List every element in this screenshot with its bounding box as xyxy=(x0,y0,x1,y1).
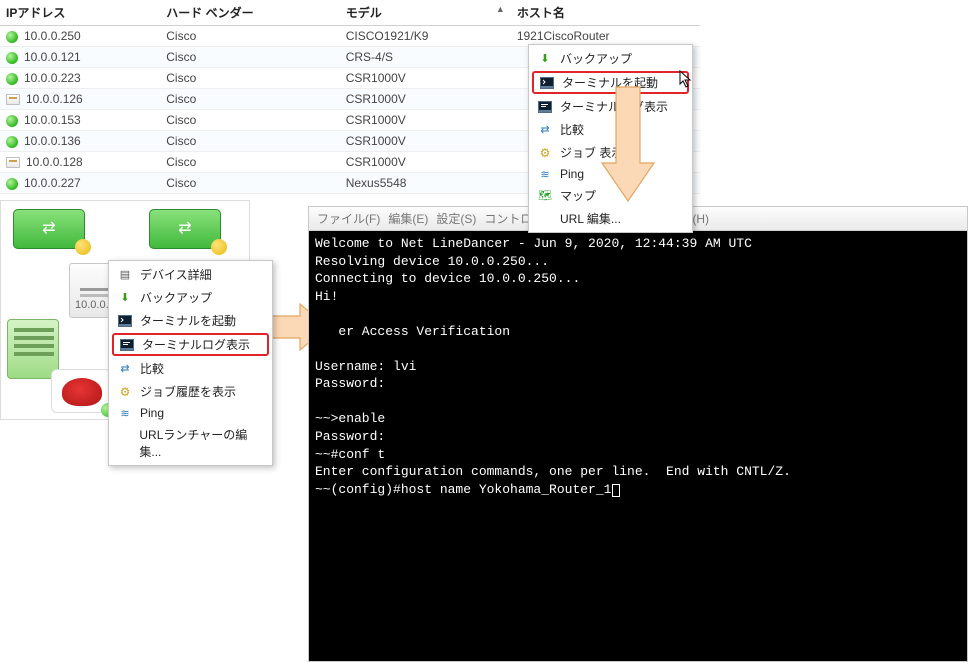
map-context-menu: デバイス詳細 バックアップ ターミナルを起動 ターミナルログ表示 比較 ジョブ履… xyxy=(108,260,273,466)
menu-backup[interactable]: バックアップ xyxy=(529,47,692,70)
menu-launch-terminal[interactable]: ターミナルを起動 xyxy=(532,71,689,94)
label: ターミナルを起動 xyxy=(562,74,658,91)
col-model[interactable]: モデル xyxy=(340,0,511,26)
col-ip[interactable]: IPアドレス xyxy=(0,0,160,26)
menu-ping[interactable]: Ping xyxy=(109,403,272,423)
label: URL 編集... xyxy=(560,210,621,227)
menu-launch-terminal[interactable]: ターミナルを起動 xyxy=(109,309,272,332)
ping-icon xyxy=(117,406,133,420)
menu-device-detail[interactable]: デバイス詳細 xyxy=(109,263,272,286)
status-ok-icon xyxy=(6,115,18,127)
download-icon xyxy=(117,291,133,305)
compare-icon xyxy=(537,123,553,137)
label: Ping xyxy=(560,167,584,181)
map-icon xyxy=(537,189,553,203)
config-icon xyxy=(6,94,20,105)
menu-ping[interactable]: Ping xyxy=(529,164,692,184)
warning-badge-icon xyxy=(211,239,227,255)
download-icon xyxy=(537,52,553,66)
menu-job-history[interactable]: ジョブ 表示 xyxy=(529,141,692,164)
label: 比較 xyxy=(560,121,584,138)
label: ジョブ履歴を表示 xyxy=(140,383,236,400)
config-icon xyxy=(6,157,20,168)
col-host[interactable]: ホスト名 xyxy=(511,0,700,26)
status-ok-icon xyxy=(6,136,18,148)
terminal-window: ファイル(F) 編集(E) 設定(S) コントロール(O) ウィンド W) ヘル… xyxy=(308,206,968,662)
redhat-device[interactable] xyxy=(51,369,111,413)
terminal-icon xyxy=(539,76,555,90)
label: ターミナルログ表示 xyxy=(560,98,668,115)
label: ターミナルログ表示 xyxy=(142,336,250,353)
gear-icon xyxy=(117,385,133,399)
switch-device[interactable] xyxy=(149,209,221,249)
menu-backup[interactable]: バックアップ xyxy=(109,286,272,309)
menu-job-history[interactable]: ジョブ履歴を表示 xyxy=(109,380,272,403)
terminal-icon xyxy=(117,314,133,328)
menu-terminal-log[interactable]: ターミナルログ表示 xyxy=(529,95,692,118)
menu-url-launcher[interactable]: URLランチャーの編集... xyxy=(109,423,272,463)
switch-device[interactable] xyxy=(13,209,85,249)
menu-terminal-log[interactable]: ターミナルログ表示 xyxy=(112,333,269,356)
label: 比較 xyxy=(140,360,164,377)
label: マップ xyxy=(560,187,596,204)
menu-edit[interactable]: 編集(E) xyxy=(388,210,428,227)
blank-icon xyxy=(117,436,132,450)
status-ok-icon xyxy=(6,52,18,64)
ping-icon xyxy=(537,167,553,181)
terminal-cursor-icon xyxy=(612,484,620,497)
menu-url-launcher[interactable]: URL 編集... xyxy=(529,207,692,230)
device-ip-label: 10.0.0. xyxy=(75,299,109,311)
menu-compare[interactable]: 比較 xyxy=(109,357,272,380)
server-device[interactable] xyxy=(7,319,59,379)
label: Ping xyxy=(140,406,164,420)
label: バックアップ xyxy=(560,50,632,67)
detail-icon xyxy=(117,268,133,282)
status-ok-icon xyxy=(6,73,18,85)
compare-icon xyxy=(117,362,133,376)
device-context-menu: バックアップ ターミナルを起動 ターミナルログ表示 比較 ジョブ 表示 Ping… xyxy=(528,44,693,233)
label: URLランチャーの編集... xyxy=(139,426,264,460)
warning-badge-icon xyxy=(75,239,91,255)
status-ok-icon xyxy=(6,178,18,190)
menu-map[interactable]: マップ xyxy=(529,184,692,207)
gear-icon xyxy=(537,146,553,160)
label: ターミナルを起動 xyxy=(140,312,236,329)
menu-compare[interactable]: 比較 xyxy=(529,118,692,141)
terminal-log-icon xyxy=(119,338,135,352)
menu-file[interactable]: ファイル(F) xyxy=(317,210,380,227)
status-ok-icon xyxy=(6,31,18,43)
label: バックアップ xyxy=(140,289,212,306)
terminal-output[interactable]: Welcome to Net LineDancer - Jun 9, 2020,… xyxy=(309,231,967,661)
label: デバイス詳細 xyxy=(140,266,212,283)
menu-setting[interactable]: 設定(S) xyxy=(436,210,476,227)
label: ジョブ 表示 xyxy=(560,144,623,161)
col-vendor[interactable]: ハード ベンダー xyxy=(160,0,339,26)
terminal-log-icon xyxy=(537,100,553,114)
blank-icon xyxy=(537,212,553,226)
